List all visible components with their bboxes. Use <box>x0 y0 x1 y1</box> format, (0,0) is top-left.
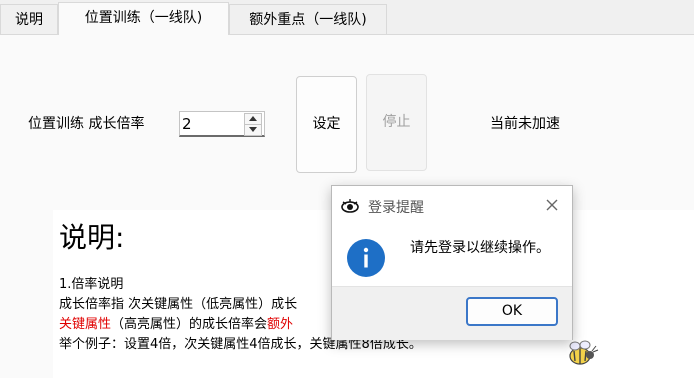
tab-bar: 说明 位置训练（一线队) 额外重点（一线队) <box>0 0 694 35</box>
dialog-message: 请先登录以继续操作。 <box>410 240 550 256</box>
doc-line-text: （高亮属性）的成长倍率会 <box>111 317 268 332</box>
info-icon <box>347 239 385 277</box>
eye-app-icon <box>341 199 359 213</box>
close-icon[interactable] <box>542 195 562 215</box>
growth-rate-label: 位置训练 成长倍率 <box>28 116 145 132</box>
growth-rate-input[interactable] <box>182 113 242 135</box>
extra-highlight: 额外 <box>267 317 294 332</box>
dialog-titlebar: 登录提醒 <box>332 186 572 226</box>
stop-button[interactable]: 停止 <box>366 74 427 171</box>
spin-down-button[interactable] <box>244 124 262 136</box>
doc-line: 关键属性（高亮属性）的成长倍率会额外 <box>59 316 293 334</box>
doc-title: 说明: <box>59 221 125 254</box>
ok-button[interactable]: OK <box>466 297 558 326</box>
set-button[interactable]: 设定 <box>296 76 357 173</box>
login-reminder-dialog: 登录提醒 请先登录以继续操作。 OK <box>331 185 573 340</box>
doc-line: 1.倍率说明 <box>59 277 124 292</box>
doc-line: 成长倍率指 次关键属性（低亮属性）成长 <box>59 297 298 312</box>
arrow-up-icon <box>249 116 257 121</box>
tab-position-training[interactable]: 位置训练（一线队) <box>58 2 229 35</box>
acceleration-status: 当前未加速 <box>490 116 560 132</box>
dialog-footer: OK <box>332 286 572 340</box>
growth-rate-spinbox[interactable] <box>179 111 265 137</box>
dialog-title: 登录提醒 <box>368 200 424 216</box>
tab-extra-focus[interactable]: 额外重点（一线队) <box>229 4 387 34</box>
key-attribute-highlight: 关键属性 <box>59 317 112 332</box>
arrow-down-icon <box>249 127 257 132</box>
tab-instructions[interactable]: 说明 <box>0 4 58 34</box>
